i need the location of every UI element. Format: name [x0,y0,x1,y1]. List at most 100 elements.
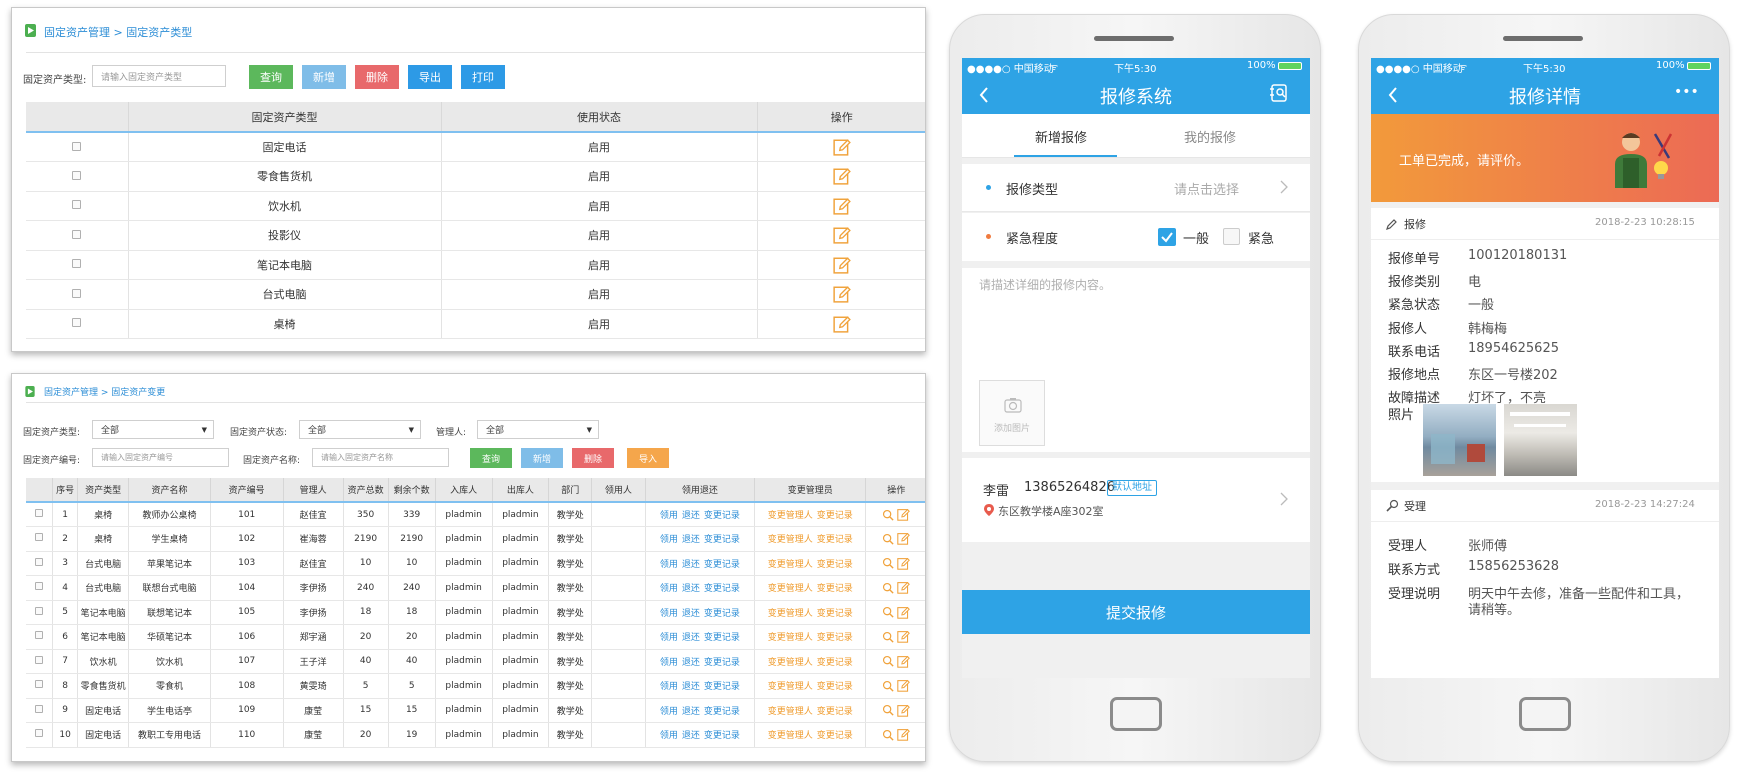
return-link[interactable]: 退还 [682,658,700,668]
receive-link[interactable]: 领用 [660,560,678,570]
receive-link[interactable]: 领用 [660,609,678,619]
change-manager-link[interactable]: 变更管理人 [768,511,813,521]
search-icon[interactable] [882,533,894,545]
change-manager-link[interactable]: 变更管理人 [768,707,813,717]
change-record-link[interactable]: 变更记录 [704,560,740,570]
edit-icon[interactable] [897,679,911,692]
change-manager-link[interactable]: 变更管理人 [768,633,813,643]
edit-icon[interactable] [897,581,911,594]
return-link[interactable]: 退还 [682,511,700,521]
row-checkbox[interactable] [35,729,44,738]
row-checkbox[interactable] [35,582,44,591]
import-button[interactable]: 导入 [627,448,669,468]
asset-code-input[interactable]: 请输入固定资产编号 [92,448,229,467]
change-manager-link[interactable]: 变更管理人 [768,658,813,668]
change-manager-link[interactable]: 变更管理人 [768,731,813,741]
checkbox-checked-icon[interactable] [1158,228,1176,246]
search-icon[interactable] [882,557,894,569]
contact-address-row[interactable]: 李雷 13865264826 默认地址 东区教学楼A座302室 [962,458,1310,542]
change-manager-link[interactable]: 变更管理人 [768,535,813,545]
edit-icon[interactable] [897,728,911,741]
return-link[interactable]: 退还 [682,707,700,717]
print-button[interactable]: 打印 [461,65,505,89]
change-manager-link[interactable]: 变更管理人 [768,560,813,570]
change-record-link[interactable]: 变更记录 [817,584,853,594]
search-icon[interactable] [882,729,894,741]
row-checkbox[interactable] [35,631,44,640]
receive-link[interactable]: 领用 [660,511,678,521]
asset-name-input[interactable]: 请输入固定资产名称 [312,448,449,467]
edit-icon[interactable] [897,655,911,668]
tab-my-repairs[interactable]: 我的报修 [1184,127,1236,146]
receive-link[interactable]: 领用 [660,682,678,692]
return-link[interactable]: 退还 [682,535,700,545]
urgency-option-normal[interactable]: 一般 [1183,228,1209,247]
change-record-link[interactable]: 变更记录 [817,707,853,717]
search-contact-icon[interactable] [1269,83,1289,103]
search-icon[interactable] [882,655,894,667]
change-record-link[interactable]: 变更记录 [704,584,740,594]
search-icon[interactable] [882,680,894,692]
search-icon[interactable] [882,606,894,618]
change-record-link[interactable]: 变更记录 [817,560,853,570]
receive-link[interactable]: 领用 [660,633,678,643]
row-checkbox[interactable] [72,318,82,328]
edit-icon[interactable] [897,606,911,619]
manager-select[interactable]: 全部 ▼ [477,420,599,439]
edit-icon[interactable] [833,226,851,244]
add-button[interactable]: 新增 [302,65,346,89]
change-record-link[interactable]: 变更记录 [704,658,740,668]
change-record-link[interactable]: 变更记录 [817,633,853,643]
edit-icon[interactable] [897,630,911,643]
row-checkbox[interactable] [72,229,82,239]
return-link[interactable]: 退还 [682,633,700,643]
receive-link[interactable]: 领用 [660,658,678,668]
return-link[interactable]: 退还 [682,609,700,619]
change-record-link[interactable]: 变更记录 [704,707,740,717]
change-manager-link[interactable]: 变更管理人 [768,609,813,619]
change-manager-link[interactable]: 变更管理人 [768,584,813,594]
query-button[interactable]: 查询 [249,65,293,89]
checkbox-unchecked[interactable] [1223,228,1240,245]
description-area[interactable]: 请描述详细的报修内容。 添加图片 [962,268,1310,452]
change-record-link[interactable]: 变更记录 [704,609,740,619]
change-record-link[interactable]: 变更记录 [704,633,740,643]
row-checkbox[interactable] [35,557,44,566]
delete-button[interactable]: 删除 [355,65,399,89]
edit-icon[interactable] [833,315,851,333]
row-checkbox[interactable] [35,655,44,664]
home-button[interactable] [1519,697,1571,731]
add-button[interactable]: 新增 [521,448,563,468]
change-manager-link[interactable]: 变更管理人 [768,682,813,692]
delete-button[interactable]: 删除 [572,448,614,468]
row-checkbox[interactable] [72,170,82,180]
edit-icon[interactable] [897,508,911,521]
change-record-link[interactable]: 变更记录 [704,511,740,521]
row-checkbox[interactable] [72,141,82,151]
asset-type-select[interactable]: 全部 ▼ [92,420,214,439]
receive-link[interactable]: 领用 [660,535,678,545]
row-checkbox[interactable] [35,704,44,713]
return-link[interactable]: 退还 [682,584,700,594]
change-record-link[interactable]: 变更记录 [817,682,853,692]
row-checkbox[interactable] [35,533,44,542]
receive-link[interactable]: 领用 [660,584,678,594]
receive-link[interactable]: 领用 [660,707,678,717]
search-icon[interactable] [882,704,894,716]
change-record-link[interactable]: 变更记录 [704,535,740,545]
row-checkbox[interactable] [35,606,44,615]
row-checkbox[interactable] [35,680,44,689]
return-link[interactable]: 退还 [682,560,700,570]
breadcrumb[interactable]: 固定资产管理 > 固定资产类型 [44,24,192,40]
repair-photo[interactable] [1504,404,1577,476]
export-button[interactable]: 导出 [408,65,452,89]
change-record-link[interactable]: 变更记录 [817,535,853,545]
asset-type-input[interactable]: 请输入固定资产类型 [92,65,226,87]
add-photo-button[interactable]: 添加图片 [979,380,1045,446]
return-link[interactable]: 退还 [682,731,700,741]
repair-photo[interactable] [1423,404,1496,476]
receive-link[interactable]: 领用 [660,731,678,741]
edit-icon[interactable] [833,285,851,303]
edit-icon[interactable] [833,167,851,185]
return-link[interactable]: 退还 [682,682,700,692]
